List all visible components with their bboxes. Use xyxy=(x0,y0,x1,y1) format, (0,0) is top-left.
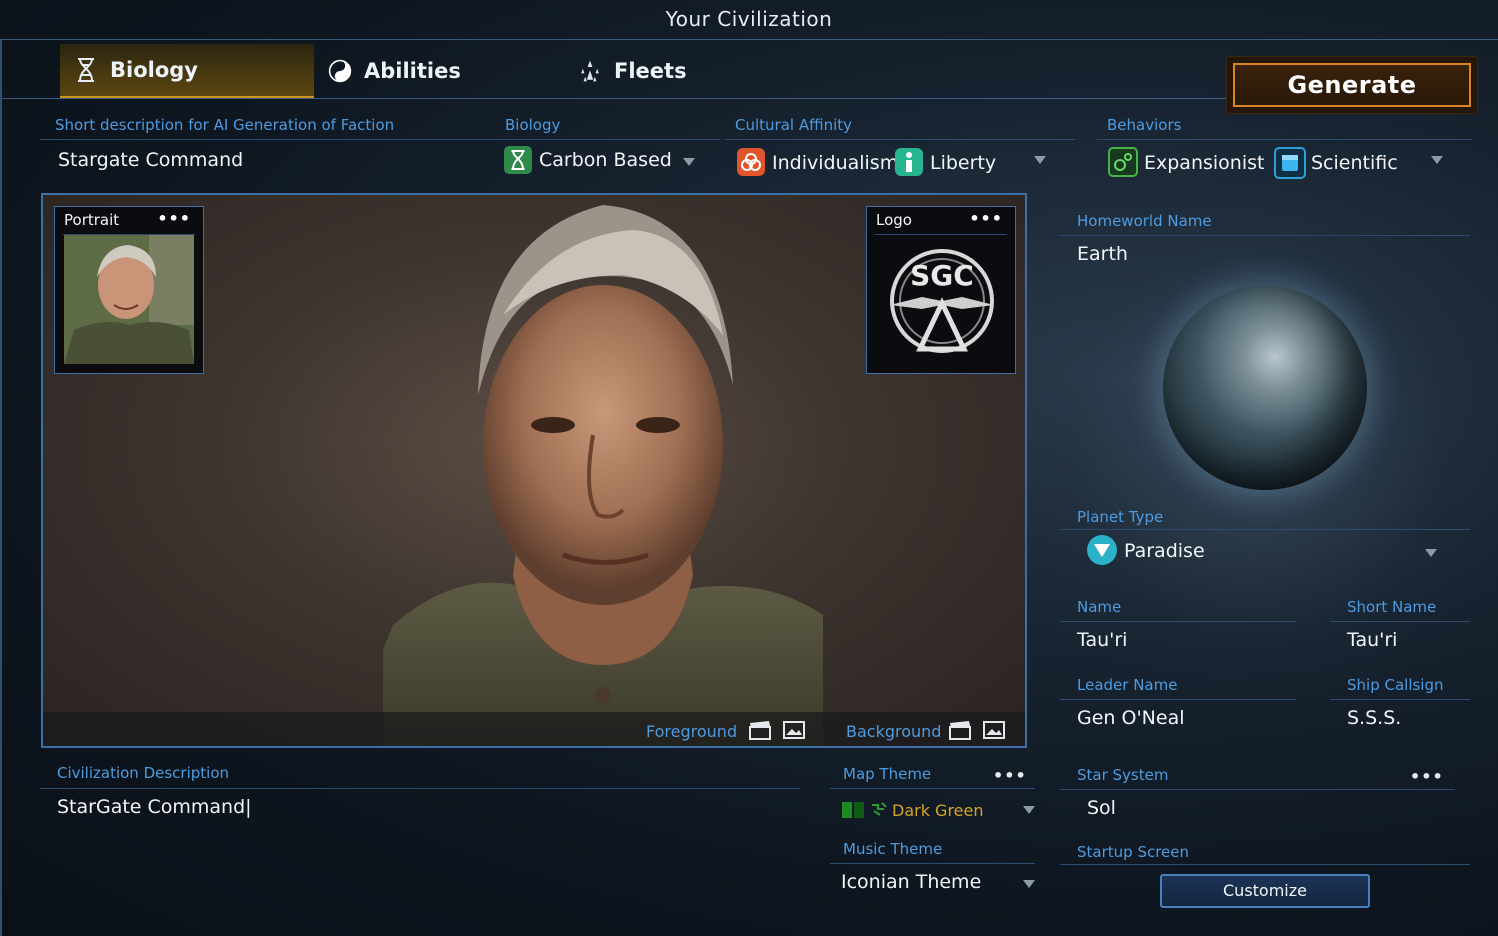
divider xyxy=(40,139,720,140)
chevron-down-icon[interactable] xyxy=(1023,806,1035,814)
homeworld-label: Homeworld Name xyxy=(1077,212,1212,230)
foreground-clapper-icon[interactable] xyxy=(749,720,771,740)
chevron-down-icon[interactable] xyxy=(1034,156,1046,164)
portrait-thumbnail-image xyxy=(64,235,194,364)
generate-button[interactable]: Generate xyxy=(1233,63,1471,107)
divider xyxy=(830,788,1035,789)
sgc-logo-image: SGC xyxy=(890,249,994,353)
star-system-input[interactable]: Sol xyxy=(1087,797,1116,819)
customize-button[interactable]: Customize xyxy=(1160,874,1370,908)
dna-icon xyxy=(74,58,98,82)
cultural-affinity-label: Cultural Affinity xyxy=(735,116,853,134)
name-input[interactable]: Tau'ri xyxy=(1077,629,1127,651)
music-theme-label: Music Theme xyxy=(843,840,943,858)
individualism-icon xyxy=(737,148,765,176)
short-description-input[interactable]: Stargate Command xyxy=(58,149,243,171)
planet-type-select[interactable]: Paradise xyxy=(1124,540,1205,562)
image-footer: Foreground Background xyxy=(43,712,1025,746)
biology-select[interactable]: Carbon Based xyxy=(539,149,672,171)
chevron-down-icon[interactable] xyxy=(1431,156,1443,164)
map-theme-icon xyxy=(872,802,887,816)
chevron-down-icon[interactable] xyxy=(1425,549,1437,557)
planet-type-label: Planet Type xyxy=(1077,508,1164,526)
star-system-menu-icon[interactable]: ••• xyxy=(1410,767,1444,786)
tab-abilities[interactable]: Abilities xyxy=(314,44,570,98)
liberty-icon xyxy=(895,148,923,176)
portrait-box[interactable]: Portrait ••• xyxy=(54,206,204,374)
divider xyxy=(1330,621,1470,622)
tab-label: Abilities xyxy=(364,59,461,83)
svg-text:SGC: SGC xyxy=(910,259,974,292)
name-label: Name xyxy=(1077,598,1122,616)
short-name-label: Short Name xyxy=(1347,598,1437,616)
divider xyxy=(40,788,800,789)
behavior-scientific[interactable]: Scientific xyxy=(1311,152,1398,174)
divider xyxy=(1060,864,1470,865)
background-image-icon[interactable] xyxy=(983,720,1005,740)
short-name-input[interactable]: Tau'ri xyxy=(1347,629,1397,651)
portrait-caption: Portrait xyxy=(64,211,120,229)
fleet-icon xyxy=(578,59,602,83)
affinity-liberty[interactable]: Liberty xyxy=(930,152,996,174)
chevron-down-icon[interactable] xyxy=(683,158,695,166)
divider xyxy=(1060,235,1470,236)
faction-image-panel[interactable]: Portrait ••• Logo ••• SGC Foreground Bac… xyxy=(41,193,1027,748)
foreground-label: Foreground xyxy=(646,722,738,741)
divider xyxy=(1060,621,1296,622)
logo-caption: Logo xyxy=(876,211,912,229)
scientific-icon xyxy=(1274,147,1306,179)
tab-label: Fleets xyxy=(614,59,687,83)
divider xyxy=(1060,529,1470,530)
map-theme-label: Map Theme xyxy=(843,765,932,783)
divider xyxy=(1097,139,1472,140)
generate-frame: Generate xyxy=(1226,56,1478,114)
tab-biology[interactable]: Biology xyxy=(60,44,314,98)
divider xyxy=(1060,789,1455,790)
map-theme-swatch xyxy=(842,802,866,818)
map-theme-menu-icon[interactable]: ••• xyxy=(993,766,1027,785)
startup-screen-label: Startup Screen xyxy=(1077,843,1190,861)
tab-bar: Biology Abilities Fleets xyxy=(60,44,790,98)
frame-border xyxy=(0,40,2,936)
ship-callsign-label: Ship Callsign xyxy=(1347,676,1444,694)
divider xyxy=(830,863,1035,864)
civ-description-input[interactable]: StarGate Command| xyxy=(57,796,252,818)
window-title: Your Civilization xyxy=(0,0,1498,40)
divider xyxy=(1330,699,1470,700)
background-label: Background xyxy=(846,722,942,741)
divider xyxy=(1060,699,1296,700)
leader-name-input[interactable]: Gen O'Neal xyxy=(1077,707,1185,729)
star-system-label: Star System xyxy=(1077,766,1169,784)
map-theme-select[interactable]: Dark Green xyxy=(892,801,984,820)
tab-label: Biology xyxy=(110,58,198,82)
foreground-image-icon[interactable] xyxy=(783,720,805,740)
chevron-down-icon[interactable] xyxy=(1023,880,1035,888)
divider xyxy=(875,234,1007,235)
ship-callsign-input[interactable]: S.S.S. xyxy=(1347,707,1401,729)
behavior-expansionist[interactable]: Expansionist xyxy=(1144,152,1264,174)
behaviors-label: Behaviors xyxy=(1107,116,1182,134)
biology-label: Biology xyxy=(505,116,561,134)
homeworld-input[interactable]: Earth xyxy=(1077,243,1128,265)
tab-divider xyxy=(2,98,1227,99)
paradise-icon xyxy=(1087,535,1117,565)
music-theme-select[interactable]: Iconian Theme xyxy=(841,871,981,893)
yin-yang-icon xyxy=(328,59,352,83)
background-clapper-icon[interactable] xyxy=(949,720,971,740)
short-description-label: Short description for AI Generation of F… xyxy=(55,116,395,134)
logo-box[interactable]: Logo ••• SGC xyxy=(866,206,1016,374)
divider xyxy=(725,139,1075,140)
leader-name-label: Leader Name xyxy=(1077,676,1178,694)
affinity-individualism[interactable]: Individualism xyxy=(772,152,898,174)
planet-preview-image xyxy=(1163,286,1367,490)
logo-menu-icon[interactable]: ••• xyxy=(969,209,1003,228)
leader-portrait-image xyxy=(383,205,823,746)
portrait-menu-icon[interactable]: ••• xyxy=(157,209,191,228)
dna-icon xyxy=(504,146,532,174)
civ-description-label: Civilization Description xyxy=(57,764,230,782)
tab-fleets[interactable]: Fleets xyxy=(570,44,790,98)
expansionist-icon xyxy=(1108,147,1138,177)
